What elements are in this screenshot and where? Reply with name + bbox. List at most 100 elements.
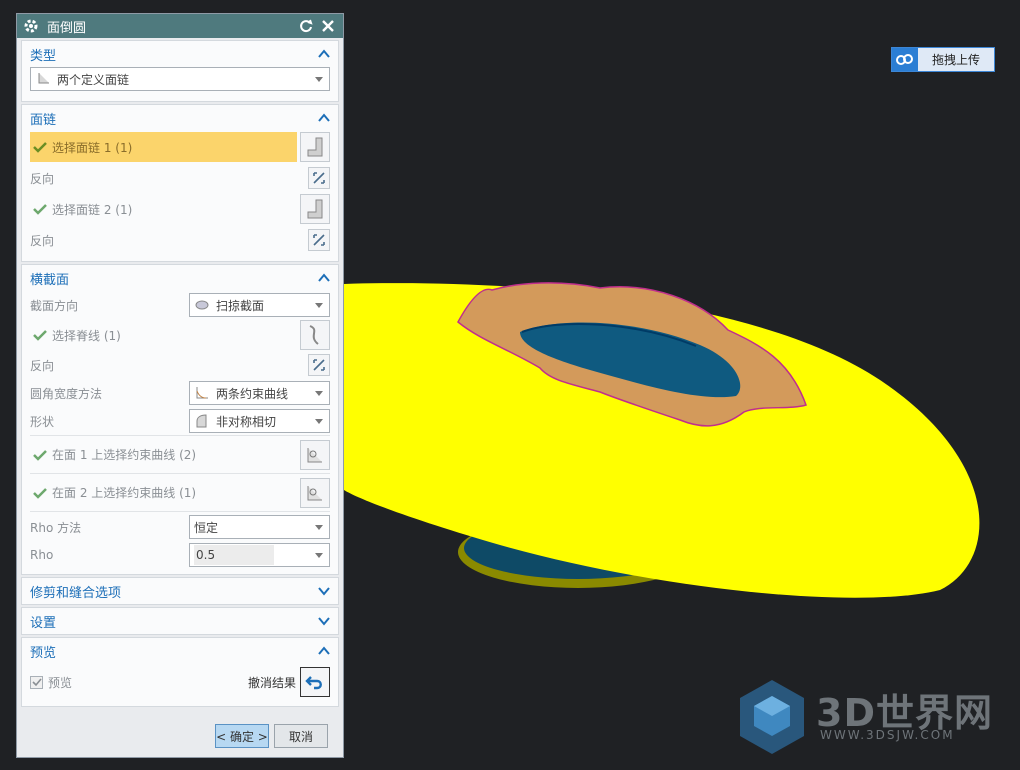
select-spine[interactable]: 选择脊线 (1) bbox=[30, 320, 297, 350]
face-chain-section-header[interactable]: 面链 bbox=[22, 105, 338, 131]
face-select-button-2[interactable] bbox=[300, 194, 330, 224]
gear-icon bbox=[24, 19, 38, 33]
width-method-value: 两条约束曲线 bbox=[216, 386, 289, 401]
dialog-titlebar: 面倒圆 bbox=[17, 14, 343, 38]
constraint-curves-icon bbox=[196, 387, 208, 399]
check-icon bbox=[31, 677, 42, 686]
asymmetric-tangent-icon bbox=[196, 414, 207, 428]
width-method-dropdown[interactable]: 两条约束曲线 bbox=[189, 381, 330, 405]
reverse-direction-icon bbox=[313, 234, 325, 246]
spine-curve-icon bbox=[309, 325, 319, 345]
check-icon bbox=[33, 330, 47, 341]
close-icon[interactable] bbox=[319, 17, 337, 35]
ok-button[interactable]: < 确定 > bbox=[215, 724, 269, 748]
settings-section: 设置 bbox=[21, 607, 339, 635]
chevron-up-icon bbox=[318, 113, 330, 122]
chevron-up-icon bbox=[318, 646, 330, 655]
shape-dropdown[interactable]: 非对称相切 bbox=[189, 409, 330, 433]
chevron-down-icon bbox=[315, 525, 323, 530]
chevron-up-icon bbox=[318, 273, 330, 282]
chevron-down-icon bbox=[318, 587, 330, 596]
trim-section: 修剪和缝合选项 bbox=[21, 577, 339, 605]
face-chain-icon bbox=[38, 73, 49, 84]
chevron-down-icon bbox=[318, 617, 330, 626]
cross-section-reverse-button[interactable] bbox=[308, 354, 330, 376]
dialog-title: 面倒圆 bbox=[47, 20, 87, 36]
rho-value: 0.5 bbox=[194, 545, 274, 565]
cancel-button[interactable]: 取消 bbox=[274, 724, 328, 748]
face-select-icon bbox=[307, 137, 323, 157]
rho-label: Rho bbox=[30, 548, 54, 562]
chevron-down-icon bbox=[315, 553, 323, 558]
face-select-icon bbox=[307, 199, 323, 219]
preview-section-header[interactable]: 预览 bbox=[22, 638, 338, 664]
face-chain-section: 面链 选择面链 1 (1) 反向 选择面链 2 (1) 反向 bbox=[21, 104, 339, 262]
type-section-title: 类型 bbox=[30, 48, 57, 64]
rho-value-field[interactable]: 0.5 bbox=[189, 543, 330, 567]
chevron-down-icon bbox=[315, 419, 323, 424]
face-select-button-1[interactable] bbox=[300, 132, 330, 162]
chevron-down-icon bbox=[315, 77, 323, 82]
drag-upload-label: 拖拽上传 bbox=[931, 53, 980, 67]
trim-section-title: 修剪和缝合选项 bbox=[30, 585, 122, 601]
constraint-curve-button-1[interactable] bbox=[300, 439, 330, 470]
rho-method-label: Rho 方法 bbox=[30, 520, 82, 535]
cross-section-header[interactable]: 横截面 bbox=[22, 265, 338, 291]
chevron-up-icon bbox=[318, 49, 330, 58]
select-constraint-curve-face-1[interactable]: 在面 1 上选择约束曲线 (2) bbox=[30, 440, 297, 470]
watermark-url: WWW.3DSJW.COM bbox=[820, 728, 955, 742]
select-face-chain-1-label: 选择面链 1 (1) bbox=[52, 140, 133, 155]
shape-value: 非对称相切 bbox=[216, 414, 277, 429]
constraint-face-1-label: 在面 1 上选择约束曲线 (2) bbox=[52, 448, 197, 462]
shape-label: 形状 bbox=[30, 414, 55, 429]
select-spine-label: 选择脊线 (1) bbox=[52, 328, 121, 343]
section-orientation-value: 扫掠截面 bbox=[216, 298, 265, 313]
trim-section-header[interactable]: 修剪和缝合选项 bbox=[22, 578, 338, 604]
cross-section-title: 横截面 bbox=[30, 272, 70, 288]
drag-upload-badge[interactable]: 拖拽上传 bbox=[891, 47, 995, 72]
type-value: 两个定义面链 bbox=[57, 72, 130, 87]
check-icon bbox=[33, 449, 47, 461]
spine-select-button[interactable] bbox=[300, 320, 330, 350]
select-face-chain-2-label: 选择面链 2 (1) bbox=[52, 202, 133, 217]
cross-section-reverse-label: 反向 bbox=[30, 358, 55, 373]
check-icon bbox=[33, 142, 47, 153]
select-face-chain-2[interactable]: 选择面链 2 (1) bbox=[30, 194, 297, 224]
check-icon bbox=[33, 487, 47, 499]
preview-checkbox[interactable] bbox=[30, 675, 43, 689]
reverse-1-label: 反向 bbox=[30, 171, 55, 186]
undo-result-label: 撤消结果 bbox=[247, 675, 296, 690]
reset-icon[interactable] bbox=[297, 17, 315, 35]
undo-icon bbox=[305, 676, 322, 690]
constraint-curve-icon bbox=[307, 447, 322, 462]
reverse-1-button[interactable] bbox=[308, 167, 330, 189]
constraint-face-2-label: 在面 2 上选择约束曲线 (1) bbox=[52, 486, 197, 500]
settings-section-header[interactable]: 设置 bbox=[22, 608, 338, 634]
select-constraint-curve-face-2[interactable]: 在面 2 上选择约束曲线 (1) bbox=[30, 478, 297, 508]
chevron-down-icon bbox=[315, 391, 323, 396]
type-section-header[interactable]: 类型 bbox=[22, 41, 338, 67]
reverse-direction-icon bbox=[313, 172, 325, 184]
select-face-chain-1[interactable]: 选择面链 1 (1) bbox=[30, 132, 297, 162]
rho-method-dropdown[interactable]: 恒定 bbox=[189, 515, 330, 539]
preview-section: 预览 预览 撤消结果 bbox=[21, 637, 339, 707]
section-orientation-label: 截面方向 bbox=[30, 298, 79, 313]
face-blend-dialog: 面倒圆 类型 两个定义面链 面链 选择面链 1 (1) 反向 选择面链 2 (1… bbox=[16, 13, 344, 758]
face-chain-section-title: 面链 bbox=[30, 112, 57, 128]
cross-section-section: 横截面 截面方向 扫掠截面 选择脊线 (1) 反向 圆角宽度方法 两条约束曲线 … bbox=[21, 264, 339, 575]
check-icon bbox=[33, 204, 47, 215]
preview-label: 预览 bbox=[48, 675, 73, 690]
chevron-down-icon bbox=[315, 303, 323, 308]
width-method-label: 圆角宽度方法 bbox=[30, 386, 103, 401]
reverse-2-button[interactable] bbox=[308, 229, 330, 251]
reverse-direction-icon bbox=[313, 359, 325, 371]
constraint-curve-icon bbox=[307, 485, 322, 500]
settings-section-title: 设置 bbox=[30, 615, 57, 631]
constraint-curve-button-2[interactable] bbox=[300, 477, 330, 508]
undo-result-button[interactable] bbox=[300, 667, 330, 697]
type-dropdown[interactable]: 两个定义面链 bbox=[30, 67, 330, 91]
type-section: 类型 两个定义面链 bbox=[21, 40, 339, 102]
section-orientation-dropdown[interactable]: 扫掠截面 bbox=[189, 293, 330, 317]
reverse-2-label: 反向 bbox=[30, 233, 55, 248]
preview-section-title: 预览 bbox=[30, 645, 57, 661]
